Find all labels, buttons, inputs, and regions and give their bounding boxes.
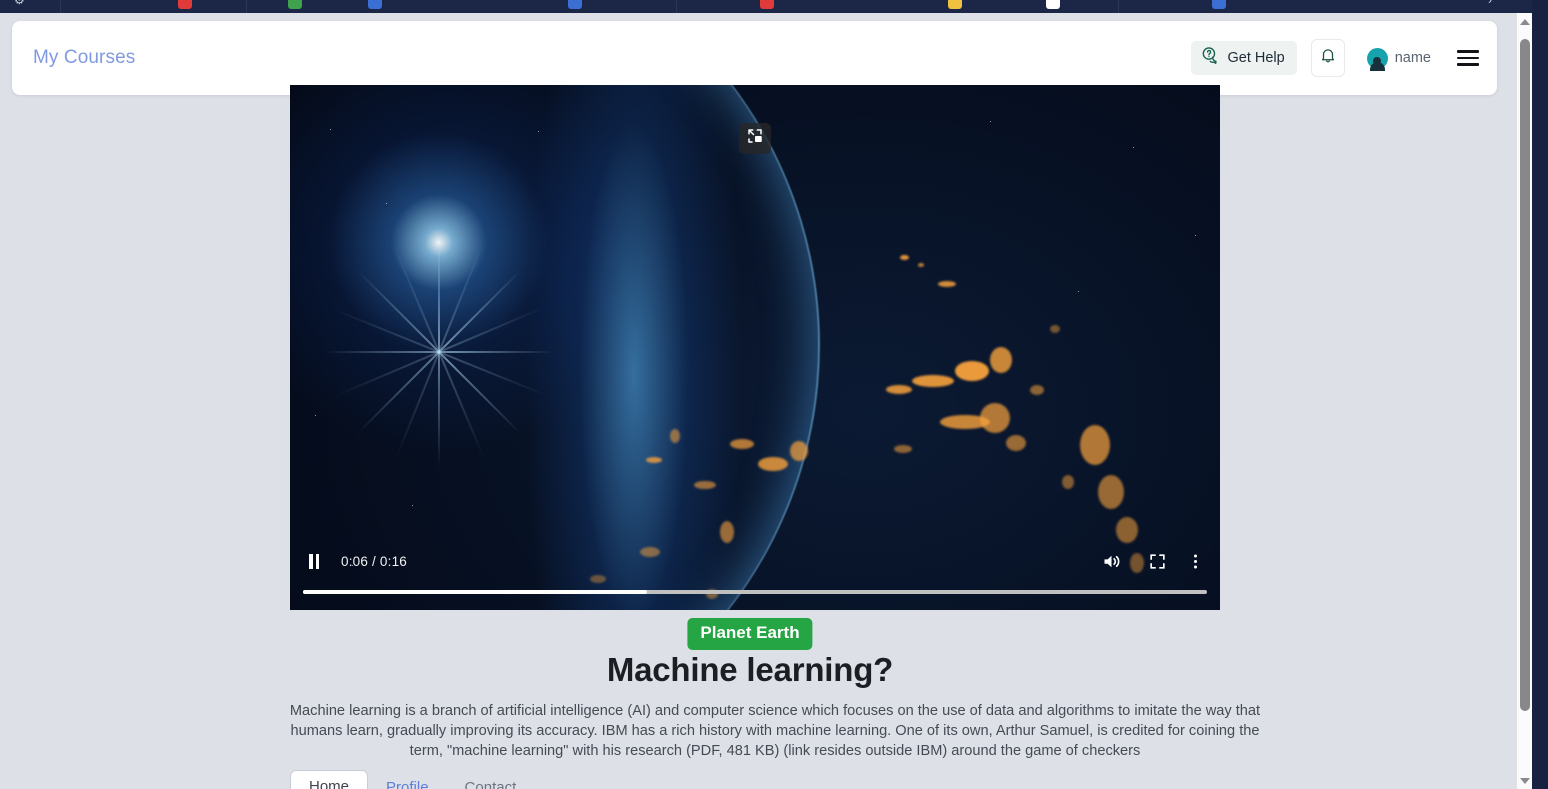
user-name-label: name — [1394, 50, 1431, 66]
bell-icon — [1319, 46, 1337, 70]
picture-in-picture-icon — [746, 127, 764, 150]
video-progress-fill — [303, 590, 647, 594]
tab-favicon-partial[interactable] — [948, 0, 962, 9]
notifications-button[interactable] — [1310, 39, 1345, 77]
my-courses-link[interactable]: My Courses — [33, 47, 135, 69]
article-body-text: Machine learning is a branch of artifici… — [289, 703, 1261, 759]
tab-favicon-partial[interactable] — [368, 0, 382, 9]
pause-button[interactable] — [302, 549, 326, 573]
tab-favicon-partial[interactable] — [1046, 0, 1060, 9]
page-title: Machine learning? — [606, 651, 894, 688]
video-progress-bar[interactable] — [303, 590, 1207, 594]
video-timestamp: 0:06 / 0:16 — [341, 553, 408, 569]
browser-tab-strip[interactable]: ⚙ › — [0, 0, 1548, 13]
tab-favicon-partial: ⚙ — [14, 0, 25, 7]
tab-favicon-partial[interactable] — [288, 0, 302, 9]
page-viewport: My Courses Get Help name 0:06 / 0:16 Pla… — [0, 13, 1516, 789]
help-chat-icon — [1201, 46, 1220, 70]
get-help-label: Get Help — [1227, 50, 1285, 66]
scroll-down-arrow-icon[interactable] — [1517, 772, 1533, 789]
tab-favicon-partial[interactable] — [1212, 0, 1226, 9]
more-options-button[interactable] — [1193, 552, 1198, 571]
tab-profile[interactable]: Profile — [368, 772, 447, 789]
fullscreen-button[interactable] — [1148, 552, 1167, 571]
page-scrollbar[interactable] — [1516, 13, 1532, 789]
app-header: My Courses Get Help name — [12, 21, 1497, 95]
tab-contact[interactable]: Contact — [447, 772, 535, 789]
tab-favicon-partial[interactable] — [178, 0, 192, 9]
scrollbar-thumb[interactable] — [1520, 39, 1530, 711]
window-right-edge — [1532, 0, 1548, 789]
status-badge: Planet Earth — [687, 618, 813, 650]
picture-in-picture-button[interactable] — [739, 123, 771, 154]
tab-favicon-partial[interactable] — [568, 0, 582, 9]
scroll-up-arrow-icon[interactable] — [1517, 13, 1533, 30]
user-menu[interactable]: name — [1366, 47, 1431, 71]
video-player[interactable]: 0:06 / 0:16 — [290, 85, 1220, 610]
header-actions: Get Help name — [1191, 31, 1479, 85]
tab-home[interactable]: Home — [290, 770, 369, 789]
avatar — [1366, 47, 1388, 71]
get-help-button[interactable]: Get Help — [1191, 41, 1297, 75]
hamburger-menu-icon[interactable] — [1457, 50, 1479, 66]
video-controls-bar: 0:06 / 0:16 — [290, 540, 1220, 610]
volume-button[interactable] — [1101, 551, 1122, 572]
tab-favicon-partial[interactable] — [760, 0, 774, 9]
earth-limb-glow — [290, 85, 820, 610]
tab-overflow-chevron-icon[interactable]: › — [1488, 0, 1492, 7]
content-tabs: Home Profile Contact — [290, 770, 1220, 789]
